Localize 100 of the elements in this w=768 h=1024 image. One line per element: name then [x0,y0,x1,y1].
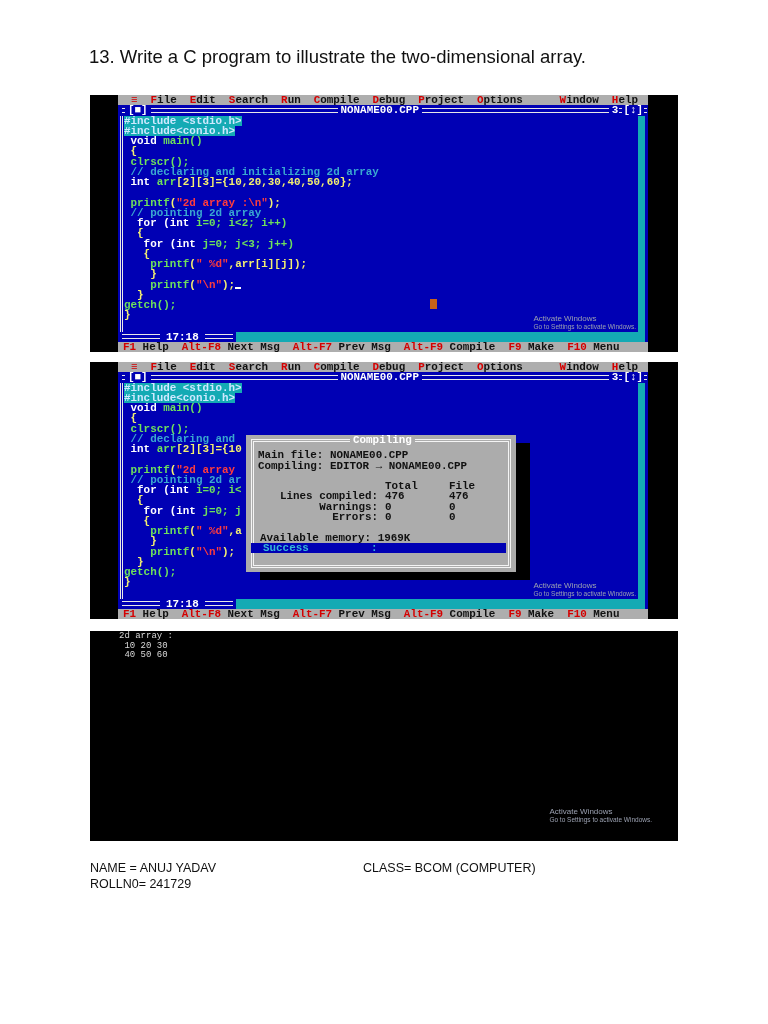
close-box[interactable]: [■] [128,105,148,116]
code-line: { [142,515,151,526]
menu-item[interactable]: Search [228,362,269,373]
code-line: void main() [129,403,203,414]
code-line: void main() [129,136,203,147]
function-key[interactable]: F9 Make [508,608,555,619]
menu-item[interactable]: File [150,95,177,106]
menu-item[interactable]: Project [418,95,464,106]
stat-label: Lines compiled: [278,491,378,502]
student-name: NAME = ANUJ YADAV [90,860,218,876]
output-line: 40 50 60 [123,651,168,661]
menu-item[interactable]: Debug [372,95,406,106]
code-line: } [137,556,144,567]
menu-item[interactable]: Edit [189,362,216,373]
zoom-box[interactable]: [↕] [623,372,643,383]
function-key[interactable]: Alt-F9 Compile [403,341,496,352]
code-line: { [136,228,144,239]
scrollbar[interactable] [638,115,645,332]
code-line: int arr[2][3]={10 [129,444,242,455]
stat-value: 476 [449,491,470,502]
stat-value: 0 [449,501,457,513]
watermark-text: Activate Windows [533,580,598,590]
code-line: printf("\n"); [149,279,236,290]
student-class: CLASS= BCOM (COMPUTER) [363,860,537,876]
window-number: 3 [611,372,619,383]
function-key[interactable]: F10 Menu [567,608,620,619]
dialog-text: Available memory: 1969K [260,532,412,543]
close-box[interactable]: [■] [128,372,148,383]
code-line: printf("2d array :\n"); [129,197,281,208]
menu-item[interactable]: Run [281,95,301,106]
column-header: Total [385,481,419,492]
code-line: // declaring and initializing 2d array [129,166,379,177]
code-line: clrscr(); [129,423,190,434]
roll-number: ROLLN0= 241729 [90,876,193,892]
code-line: for (int j=0; j<3; j++) [143,238,294,249]
code-line: { [129,413,138,424]
code-line: } [124,577,131,588]
dialog-text: Compiling: EDITOR → NONAME00.CPP [258,460,469,472]
output-line: 10 20 30 [123,641,168,651]
menu-item[interactable]: Help [611,362,638,373]
code-line: printf(" %d",arr[i][j]); [149,259,308,270]
code-line: for (int j=0; j [143,505,242,516]
function-key[interactable]: Alt-F7 Prev Msg [292,608,391,619]
dialog-text: Main file: NONAME00.CPP [258,450,410,461]
code-line: getch(); [124,300,177,311]
menu-item[interactable]: Project [418,362,464,373]
menu-item[interactable]: Compile [313,95,360,106]
code-line: // pointing 2d ar [129,474,242,485]
column-header: File [449,481,477,492]
menu-item[interactable]: Options [476,362,523,373]
menu-item[interactable]: Compile [313,362,360,373]
menu-item[interactable]: Search [228,95,269,106]
code-line: int arr[2][3]={10,20,30,40,50,60}; [129,177,353,188]
window-number: 3 [611,105,619,116]
function-key[interactable]: Alt-F9 Compile [403,608,496,619]
menu-item[interactable]: Window [559,362,599,373]
menu-item[interactable]: Window [559,95,599,106]
menu-item[interactable]: Debug [372,362,406,373]
code-line: for (int i=0; i<2; i++) [136,218,288,229]
code-line: } [149,536,157,547]
code-line: printf("2d array [129,464,236,475]
scrollbar[interactable] [235,598,645,609]
menu-item[interactable]: Run [281,362,301,373]
code-line: getch(); [124,567,177,578]
code-line: // declaring and [129,433,236,444]
function-key[interactable]: F10 Menu [567,341,620,352]
menu-item[interactable]: Edit [189,95,216,106]
scrollbar[interactable] [638,382,645,599]
stat-label: Warnings: [318,501,378,513]
code-line: { [142,248,151,259]
function-key[interactable]: F1 Help [123,341,169,352]
function-key[interactable]: F9 Make [508,341,555,352]
page-heading: 13. Write a C program to illustrate the two-dimensional array. [89,46,587,68]
stat-value: 0 [385,501,393,513]
code-line: { [129,146,138,157]
code-line: } [149,269,157,280]
cursor-position: 17:18 [166,331,199,342]
stat-label: Errors: [332,512,378,523]
window-title: NONAME00.CPP [340,105,419,116]
zoom-box[interactable]: [↕] [623,105,643,116]
stat-value: 0 [385,512,393,523]
code-line: printf("\n"); [149,546,236,557]
watermark-text: Activate Windows [533,313,598,323]
dialog-title: Compiling [350,435,415,446]
scrollbar[interactable] [235,331,645,342]
function-key[interactable]: Alt-F7 Prev Msg [292,341,391,352]
function-key[interactable]: Alt-F8 Next Msg [181,608,280,619]
code-line: for (int i=0; i< [136,485,242,496]
stat-value: 0 [449,512,457,523]
result-text: Success [263,543,310,554]
menu-item[interactable]: File [150,362,177,373]
cursor-position: 17:18 [166,598,199,609]
menu-item[interactable]: Options [476,95,523,106]
function-key[interactable]: F1 Help [123,608,169,619]
code-line: clrscr(); [129,156,190,167]
menu-item[interactable]: Help [611,95,638,106]
code-line: } [124,310,131,321]
code-line: } [137,289,144,300]
function-key[interactable]: Alt-F8 Next Msg [181,341,280,352]
output-line: 2d array : [119,632,173,642]
